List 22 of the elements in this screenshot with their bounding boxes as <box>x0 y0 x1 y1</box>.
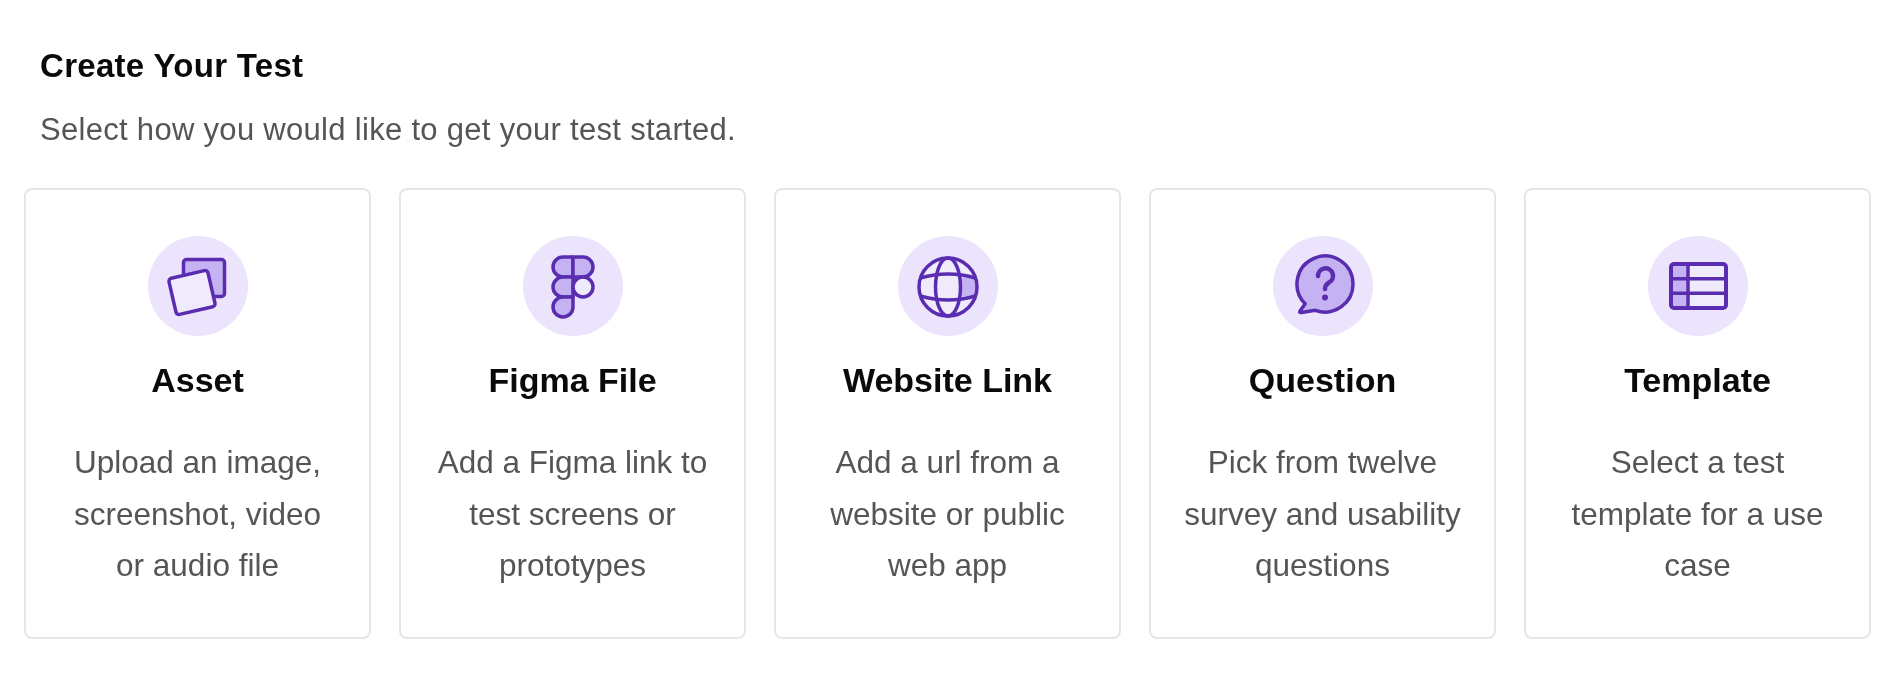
question-bubble-icon <box>1272 236 1373 336</box>
page-subtitle: Select how you would like to get your test started. <box>40 112 736 148</box>
card-title: Website Link <box>842 360 1053 400</box>
card-title: Question <box>1248 360 1397 400</box>
page-title: Create Your Test <box>40 46 304 86</box>
option-card[interactable]: Template Select a test template for a use case <box>1524 188 1871 639</box>
option-card[interactable]: Asset Upload an image, screenshot, video or audio file <box>24 188 371 639</box>
card-description: Select a test template for a use case <box>1570 443 1825 585</box>
card-title: Template <box>1624 360 1771 400</box>
globe-icon <box>897 236 998 336</box>
option-card[interactable]: Website Link Add a url from a website or public web app <box>774 188 1121 639</box>
card-description: Pick from twelve survey and usability questions <box>1183 443 1462 585</box>
figma-logo-icon <box>522 236 623 336</box>
card-description: Add a url from a website or public web app <box>829 443 1066 585</box>
layered-squares-icon <box>147 236 248 336</box>
table-icon <box>1647 236 1748 336</box>
card-description: Add a Figma link to test screens or prototypes <box>436 443 709 585</box>
option-card[interactable]: Question Pick from twelve survey and usability questions <box>1149 188 1496 639</box>
card-description: Upload an image, screenshot, video or audio file <box>73 443 322 585</box>
option-card[interactable]: Figma File Add a Figma link to test screens or prototypes <box>399 188 746 639</box>
card-title: Asset <box>151 360 244 400</box>
card-title: Figma File <box>488 360 657 400</box>
